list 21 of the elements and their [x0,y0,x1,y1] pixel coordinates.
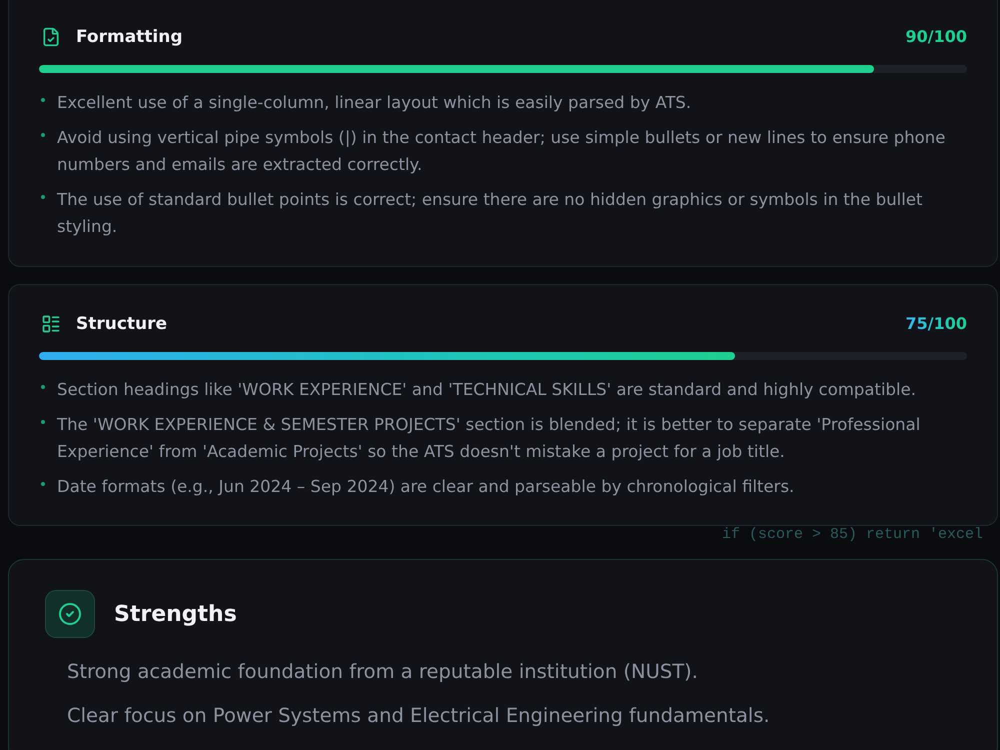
strength-item: Strong academic foundation from a reputable institution (NUST). [67,659,699,685]
feedback-item: Date formats (e.g., Jun 2024 – Sep 2024) are clear and parseable by chronological filters. [57,476,794,498]
bullet-icon [41,420,45,424]
list-icon [41,314,61,334]
score-value: 90/100 [905,26,967,48]
feedback-item: Avoid using vertical pipe symbols (|) in the contact header; use simple bullets or new lines to ensure phone numbers and emails are extracted correctly. [57,127,946,176]
feedback-item: Excellent use of a single-column, linear layout which is easily parsed by ATS. [57,92,692,114]
feedback-item: The 'WORK EXPERIENCE & SEMESTER PROJECTS' section is blended; it is better to separate 'Professional Experience' from 'Academic Projects' so the ATS doesn't mistake a project for a job title. [57,414,922,463]
bullet-icon [41,98,45,102]
strength-item: Clear focus on Power Systems and Electrical Engineering fundamentals. [67,703,771,729]
feedback-item: The use of standard bullet points is correct; ensure there are no hidden graphics or symbols in the bullet styling. [57,189,924,238]
document-check-icon [41,27,61,47]
section-title: Structure [76,313,168,336]
bullet-icon [41,195,45,199]
bullet-icon [41,133,45,137]
bullet-icon [41,482,45,486]
strengths-title: Strengths [114,600,237,628]
bullet-icon [41,385,45,389]
section-title: Formatting [76,26,183,49]
feedback-item: Section headings like 'WORK EXPERIENCE' and 'TECHNICAL SKILLS' are standard and highly compatible. [57,379,916,401]
code-text: if (score > 85) return 'excel [722,527,984,543]
